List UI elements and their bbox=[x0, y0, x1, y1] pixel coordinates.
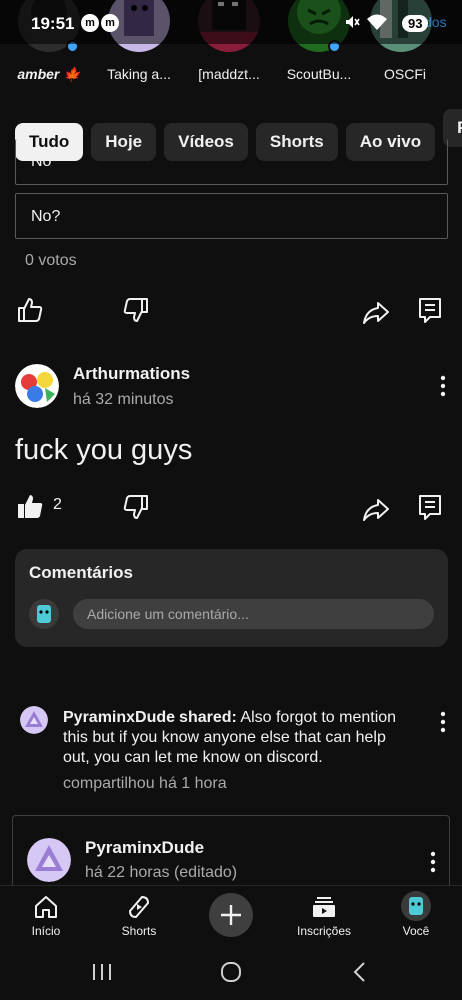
page: amber 🍁 Taking a... [maddzt... ScoutBu..… bbox=[0, 0, 462, 1000]
shared-username[interactable]: PyraminxDude bbox=[63, 709, 175, 726]
vote-count: 0 votos bbox=[25, 252, 77, 269]
more-options-icon[interactable] bbox=[438, 374, 448, 398]
nav-home-label: Início bbox=[31, 924, 61, 938]
card-timestamp: há 22 horas (editado) bbox=[85, 864, 238, 881]
share-icon[interactable] bbox=[362, 298, 390, 326]
poll-option[interactable]: No bbox=[15, 139, 448, 185]
nav-subscriptions[interactable]: Inscrições bbox=[290, 886, 358, 945]
post-author[interactable]: Arthurmations bbox=[73, 364, 190, 384]
nav-home[interactable]: Início bbox=[18, 886, 74, 945]
dislike-icon[interactable] bbox=[122, 493, 150, 521]
mute-icon bbox=[344, 14, 360, 35]
post-timestamp: há 32 minutos bbox=[73, 391, 174, 408]
shared-user-avatar[interactable] bbox=[20, 706, 48, 734]
nav-shorts[interactable]: Shorts bbox=[111, 886, 167, 945]
more-options-icon[interactable] bbox=[438, 710, 448, 734]
notification-m-icon: m bbox=[81, 14, 99, 32]
like-icon[interactable] bbox=[16, 296, 44, 324]
shared-timestamp: compartilhou há 1 hora bbox=[63, 775, 227, 792]
shared-post-text: PyraminxDude shared: Also forgot to menti… bbox=[63, 708, 413, 768]
like-count: 2 bbox=[53, 496, 62, 513]
nav-you[interactable]: Você bbox=[388, 886, 444, 945]
more-options-icon[interactable] bbox=[428, 850, 438, 874]
subscriptions-icon bbox=[311, 894, 337, 925]
author-avatar[interactable] bbox=[15, 364, 59, 408]
comments-title: Comentários bbox=[29, 563, 133, 582]
wifi-icon bbox=[366, 13, 388, 36]
recent-apps-icon[interactable] bbox=[86, 958, 118, 986]
nav-you-label: Você bbox=[402, 924, 430, 938]
shared-label: shared: bbox=[179, 709, 237, 726]
card-author[interactable]: PyraminxDude bbox=[85, 838, 204, 858]
like-filled-icon[interactable] bbox=[16, 493, 44, 521]
back-icon[interactable] bbox=[344, 958, 376, 986]
status-bar: 19:51 m m dos 93 bbox=[0, 0, 462, 44]
subscription-name: amber 🍁 bbox=[17, 66, 81, 82]
post-text: fuck you guys bbox=[15, 434, 193, 466]
nav-subscriptions-label: Inscrições bbox=[296, 924, 352, 938]
status-time: 19:51 bbox=[31, 14, 75, 33]
poll-option[interactable]: No? bbox=[15, 193, 448, 239]
comment-icon[interactable] bbox=[416, 493, 444, 521]
home-button-icon[interactable] bbox=[215, 958, 247, 986]
subscription-name: Taking a... bbox=[107, 66, 171, 82]
dislike-icon[interactable] bbox=[122, 296, 150, 324]
share-icon[interactable] bbox=[362, 495, 390, 523]
user-avatar bbox=[29, 599, 59, 629]
notification-m-icon: m bbox=[101, 14, 119, 32]
subscription-name: [maddzt... bbox=[198, 66, 260, 82]
battery-indicator: 93 bbox=[402, 15, 429, 32]
add-comment-input[interactable] bbox=[73, 599, 434, 629]
shorts-icon bbox=[126, 894, 152, 925]
subscription-name: ScoutBu... bbox=[286, 66, 352, 82]
system-navigation bbox=[0, 944, 462, 1000]
nav-shorts-label: Shorts bbox=[121, 924, 157, 938]
comment-icon[interactable] bbox=[416, 296, 444, 324]
create-button[interactable] bbox=[209, 893, 253, 937]
subscription-name: OSCFi bbox=[384, 66, 426, 82]
home-icon bbox=[33, 894, 59, 925]
bottom-navigation: Início Shorts Inscrições Você bbox=[0, 885, 462, 944]
card-author-avatar[interactable] bbox=[27, 838, 71, 882]
comments-section[interactable]: Comentários bbox=[15, 549, 448, 647]
profile-avatar bbox=[401, 891, 431, 926]
